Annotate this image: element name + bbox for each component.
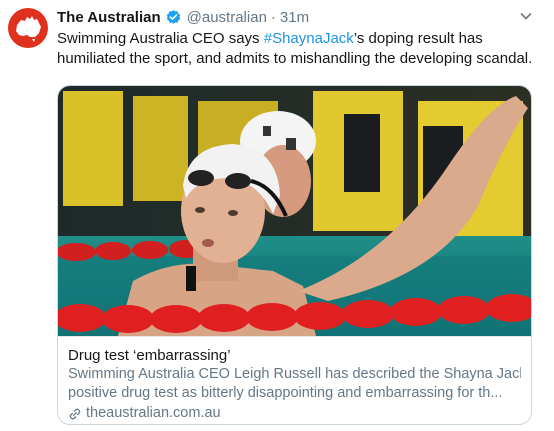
card-description: Swimming Australia CEO Leigh Russell has… <box>68 365 521 403</box>
card-domain-text[interactable]: theaustralian.com.au <box>86 404 221 423</box>
card-image[interactable] <box>58 86 531 336</box>
separator-dot: · <box>270 8 276 26</box>
display-name[interactable]: The Australian <box>57 9 161 26</box>
link-card[interactable]: Drug test ‘embarrassing’ Swimming Austra… <box>57 85 532 425</box>
tweet-header: The Australian @australian · 31m <box>57 6 542 28</box>
verified-badge-icon <box>165 9 182 26</box>
tweet-text-before: Swimming Australia CEO says <box>57 30 264 47</box>
timestamp[interactable]: 31m <box>280 9 309 26</box>
swimmer-photo <box>58 86 531 336</box>
tweet[interactable]: The Australian @australian · 31m Swimmin… <box>0 0 554 431</box>
handle[interactable]: @australian <box>187 9 267 26</box>
card-title[interactable]: Drug test ‘embarrassing’ <box>68 346 521 365</box>
card-description-line-2: positive drug test as bitterly disappoin… <box>68 385 503 401</box>
tweet-text: Swimming Australia CEO says #ShaynaJack’… <box>57 29 537 69</box>
avatar[interactable] <box>8 8 48 48</box>
link-icon <box>69 408 81 419</box>
card-description-line-1: Swimming Australia CEO Leigh Russell has… <box>68 366 521 382</box>
australia-map-logo <box>16 16 41 42</box>
card-domain[interactable]: theaustralian.com.au <box>68 404 521 423</box>
hashtag-link[interactable]: #ShaynaJack <box>264 30 354 47</box>
chevron-down-icon[interactable] <box>518 8 534 24</box>
card-body[interactable]: Drug test ‘embarrassing’ Swimming Austra… <box>58 336 531 424</box>
